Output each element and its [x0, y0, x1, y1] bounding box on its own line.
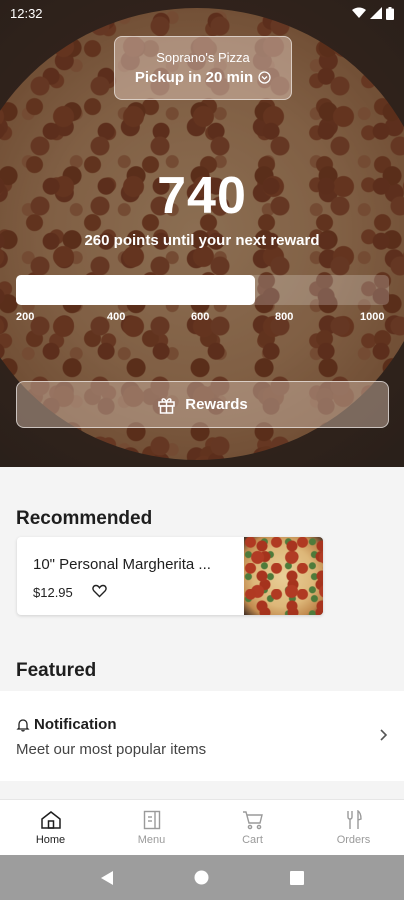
featured-heading: Featured — [16, 660, 97, 681]
nav-orders[interactable]: Orders — [303, 800, 404, 855]
nav-menu[interactable]: Menu — [101, 800, 202, 855]
rewards-button[interactable]: Rewards — [16, 381, 389, 428]
store-name: Soprano's Pizza — [156, 50, 250, 65]
nav-cart-label: Cart — [242, 834, 263, 846]
progress-ticks: 200 400 600 800 1000 — [16, 311, 390, 325]
cart-icon — [242, 811, 263, 830]
rewards-button-label: Rewards — [185, 396, 248, 413]
item-name: 10" Personal Margherita ... — [33, 556, 211, 573]
recents-icon[interactable] — [289, 870, 304, 885]
notification-title: Notification — [34, 716, 117, 733]
bell-icon — [16, 718, 30, 732]
points-until-reward: 260 points until your next reward — [84, 232, 320, 249]
nav-home-label: Home — [35, 834, 66, 846]
signal-icon — [370, 7, 382, 19]
tick-label: 1000 — [360, 311, 385, 323]
menu-icon — [143, 810, 160, 830]
nav-home[interactable]: Home — [0, 800, 101, 855]
nav-menu-label: Menu — [137, 834, 166, 846]
nav-cart[interactable]: Cart — [202, 800, 303, 855]
tick-label: 800 — [275, 311, 294, 323]
featured-notification-card[interactable]: Notification Meet our most popular items — [0, 691, 404, 781]
home-circle-icon[interactable] — [194, 870, 209, 885]
battery-icon — [386, 6, 394, 20]
back-icon[interactable] — [100, 870, 114, 886]
system-navigation-bar — [0, 855, 404, 900]
recommended-item-card[interactable]: 10" Personal Margherita ... $12.95 — [17, 537, 323, 615]
pickup-time: Pickup in 20 min — [134, 69, 254, 86]
orders-icon — [346, 810, 362, 829]
bottom-navigation: Home Menu Cart Orders — [0, 799, 404, 855]
tick-label: 200 — [16, 311, 35, 323]
gift-icon — [158, 398, 175, 414]
chevron-down-circle-icon — [258, 71, 271, 84]
reward-progress-fill — [16, 275, 255, 305]
status-time: 12:32 — [10, 5, 43, 21]
heart-icon[interactable] — [92, 584, 107, 598]
status-bar: 12:32 — [0, 0, 404, 26]
points-balance: 740 — [157, 167, 247, 225]
wifi-icon — [352, 7, 366, 18]
recommended-heading: Recommended — [16, 508, 153, 529]
chevron-right-icon — [380, 729, 388, 741]
item-image — [244, 537, 323, 615]
store-pickup-selector[interactable]: Soprano's Pizza Pickup in 20 min — [114, 36, 292, 100]
tick-label: 600 — [191, 311, 210, 323]
item-price: $12.95 — [33, 585, 73, 600]
tick-label: 400 — [107, 311, 126, 323]
reward-progress-bar — [16, 275, 389, 305]
notification-subtitle: Meet our most popular items — [16, 741, 207, 758]
home-icon — [40, 811, 61, 829]
nav-orders-label: Orders — [336, 834, 371, 846]
